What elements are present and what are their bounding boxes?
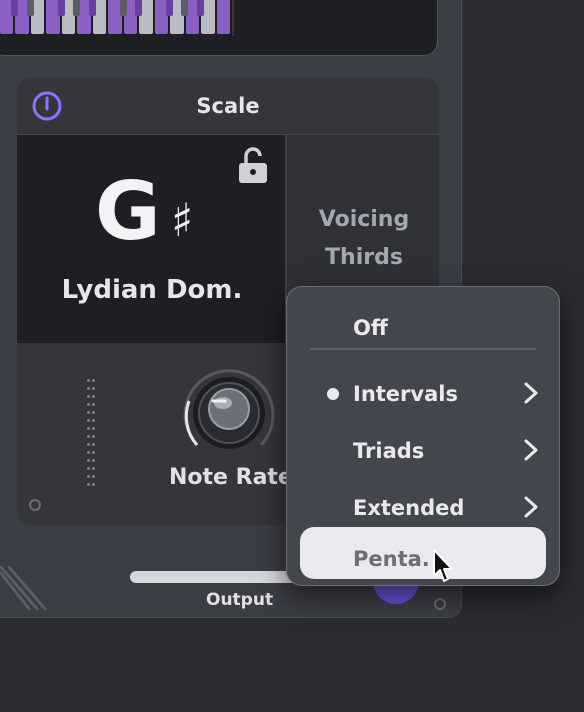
output-label: Output bbox=[206, 590, 274, 610]
unlocked-lock-icon[interactable] bbox=[237, 145, 269, 185]
keyboard-divider bbox=[232, 0, 234, 36]
menu-item-label: Triads bbox=[353, 439, 425, 463]
menu-item-label: Extended bbox=[353, 496, 465, 520]
checked-bullet-icon bbox=[327, 388, 339, 400]
key-note: G bbox=[95, 165, 161, 258]
voicing-label: Voicing bbox=[318, 207, 410, 232]
scale-title: Scale bbox=[196, 94, 260, 118]
chevron-right-icon bbox=[524, 439, 538, 461]
mouse-pointer-icon bbox=[433, 549, 453, 582]
note-rate-knob[interactable] bbox=[177, 361, 281, 465]
corner-indicator bbox=[29, 499, 41, 511]
menu-item-penta[interactable]: Penta. bbox=[300, 527, 546, 579]
menu-item-label: Penta. bbox=[353, 547, 430, 571]
scale-name: Lydian Dom. bbox=[61, 275, 243, 305]
corner-indicator bbox=[434, 598, 446, 610]
menu-item-triads[interactable]: Triads bbox=[300, 419, 546, 469]
voicing-dropdown-menu: Off Intervals Triads Extended Penta. bbox=[286, 286, 560, 586]
decorative-stripes bbox=[0, 566, 48, 610]
chevron-right-icon bbox=[524, 382, 538, 404]
piano-black-keys[interactable] bbox=[0, 0, 232, 16]
key-display[interactable]: G ♯ Lydian Dom. bbox=[17, 135, 287, 343]
voicing-value: Thirds bbox=[325, 245, 403, 270]
menu-item-extended[interactable]: Extended bbox=[300, 476, 546, 526]
note-rate-label: Note Rate bbox=[169, 465, 293, 490]
menu-separator bbox=[310, 348, 536, 350]
chevron-right-icon bbox=[524, 496, 538, 518]
keyboard-panel bbox=[0, 0, 438, 56]
menu-item-intervals[interactable]: Intervals bbox=[300, 362, 546, 412]
scale-header: Scale bbox=[17, 77, 439, 135]
drag-handle[interactable] bbox=[87, 379, 101, 486]
output-slider[interactable] bbox=[130, 571, 298, 583]
menu-item-label: Off bbox=[353, 316, 388, 340]
menu-item-off[interactable]: Off bbox=[300, 296, 546, 346]
key-accidental: ♯ bbox=[171, 193, 194, 247]
menu-item-label: Intervals bbox=[353, 382, 458, 406]
